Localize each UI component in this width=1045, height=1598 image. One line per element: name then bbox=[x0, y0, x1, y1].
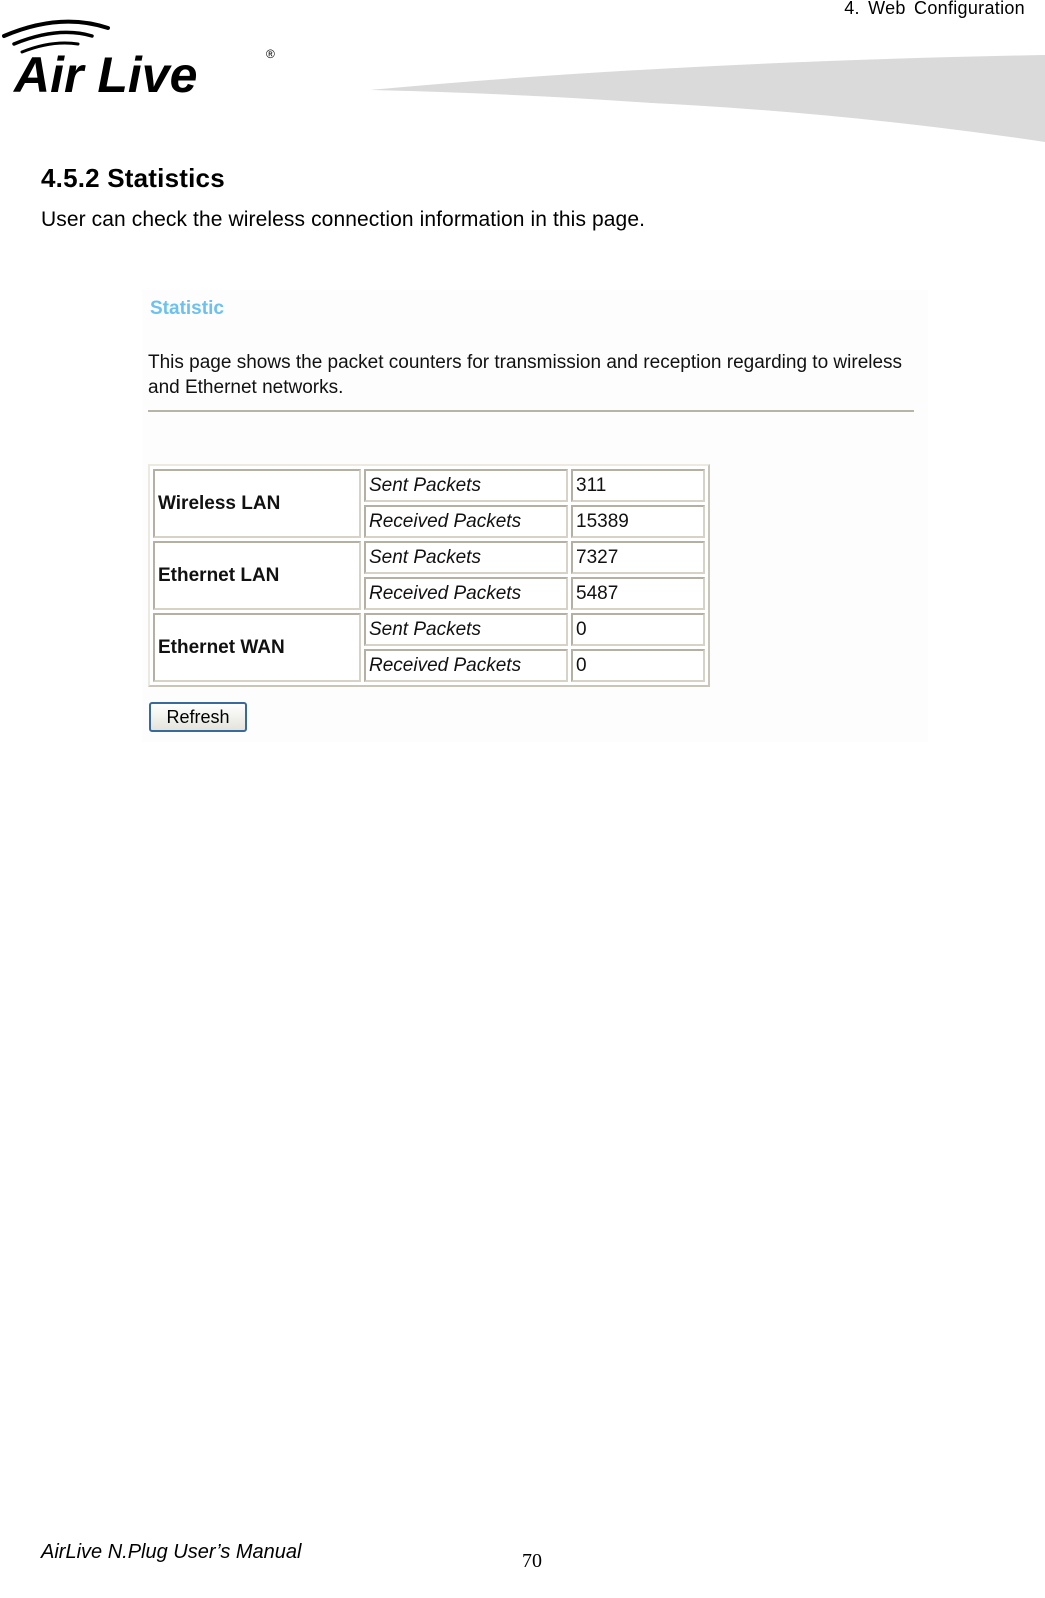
network-name: Wireless LAN bbox=[153, 469, 361, 538]
refresh-button[interactable]: Refresh bbox=[149, 702, 247, 732]
section-intro: User can check the wireless connection i… bbox=[41, 208, 646, 231]
counter-label: Received Packets bbox=[364, 505, 568, 538]
statistics-screenshot: Statistic This page shows the packet cou… bbox=[142, 290, 928, 742]
counter-value: 0 bbox=[571, 613, 705, 646]
counter-label: Sent Packets bbox=[364, 541, 568, 574]
section-title: 4.5.2 Statistics bbox=[41, 163, 225, 193]
airlive-logo: Air Live ® bbox=[2, 19, 275, 103]
counter-value: 5487 bbox=[571, 577, 705, 610]
counter-value: 7327 bbox=[571, 541, 705, 574]
table-row: Ethernet WAN Sent Packets 0 bbox=[153, 613, 705, 682]
counter-label: Received Packets bbox=[364, 649, 568, 682]
network-name: Ethernet LAN bbox=[153, 541, 361, 610]
table-row: Wireless LAN Sent Packets 311 bbox=[153, 469, 705, 538]
packet-counters-table: Wireless LAN Sent Packets 311 Received P… bbox=[148, 464, 710, 687]
counter-label: Sent Packets bbox=[364, 469, 568, 502]
network-name: Ethernet WAN bbox=[153, 613, 361, 682]
manual-footer: AirLive N.Plug User’s Manual bbox=[41, 1541, 302, 1563]
counter-label: Received Packets bbox=[364, 577, 568, 610]
table-row: Ethernet LAN Sent Packets 7327 bbox=[153, 541, 705, 610]
divider bbox=[148, 410, 914, 412]
statistic-description: This page shows the packet counters for … bbox=[148, 352, 903, 398]
counter-label: Sent Packets bbox=[364, 613, 568, 646]
counter-value: 15389 bbox=[571, 505, 705, 538]
counter-value: 0 bbox=[571, 649, 705, 682]
page-number: 70 bbox=[522, 1550, 542, 1572]
registered-mark: ® bbox=[266, 47, 275, 61]
chapter-header: 4. Web Configuration bbox=[844, 0, 1025, 18]
logo-text: Air Live bbox=[12, 47, 197, 103]
statistic-page-title: Statistic bbox=[150, 298, 224, 319]
counter-value: 311 bbox=[571, 469, 705, 502]
header-swoosh-decoration bbox=[370, 55, 1045, 158]
